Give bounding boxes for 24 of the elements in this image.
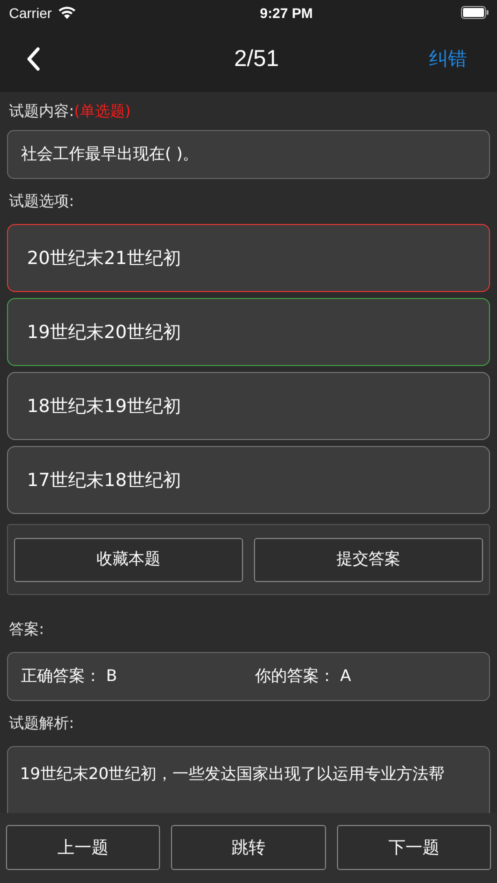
nav-button[interactable]: 跳转: [171, 825, 326, 870]
action-button[interactable]: 收藏本题: [14, 538, 243, 582]
action-button[interactable]: 提交答案: [254, 538, 483, 582]
nav-button[interactable]: 下一题: [336, 825, 491, 870]
options-label: 试题选项:: [8, 191, 76, 212]
explanation-text: 19世纪末20世纪初，一些发达国家出现了以运用专业方法帮: [20, 764, 445, 783]
report-error-button[interactable]: 纠错: [428, 46, 467, 72]
nav-button[interactable]: 上一题: [6, 825, 160, 870]
question-label: 试题内容:(单选题): [8, 100, 132, 122]
explanation-label: 试题解析:: [8, 713, 76, 734]
question-text: 社会工作最早出现在( )。: [7, 130, 490, 179]
option-button[interactable]: 20世纪末21世纪初: [7, 224, 490, 292]
option-button[interactable]: 18世纪末19世纪初: [7, 372, 490, 440]
your-answer-text: 你的答案： A: [255, 666, 352, 687]
option-button[interactable]: 19世纪末20世纪初: [7, 298, 490, 366]
battery-icon: [460, 6, 489, 19]
answer-label: 答案:: [8, 619, 46, 640]
wifi-icon: [58, 6, 76, 19]
nav-title: 2/51: [234, 45, 279, 72]
status-time: 9:27 PM: [260, 4, 313, 20]
back-chevron-icon: [26, 46, 40, 70]
correct-answer-text: 正确答案： B: [21, 666, 118, 687]
option-button[interactable]: 17世纪末18世纪初: [7, 446, 490, 514]
carrier-label: Carrier: [9, 4, 52, 20]
